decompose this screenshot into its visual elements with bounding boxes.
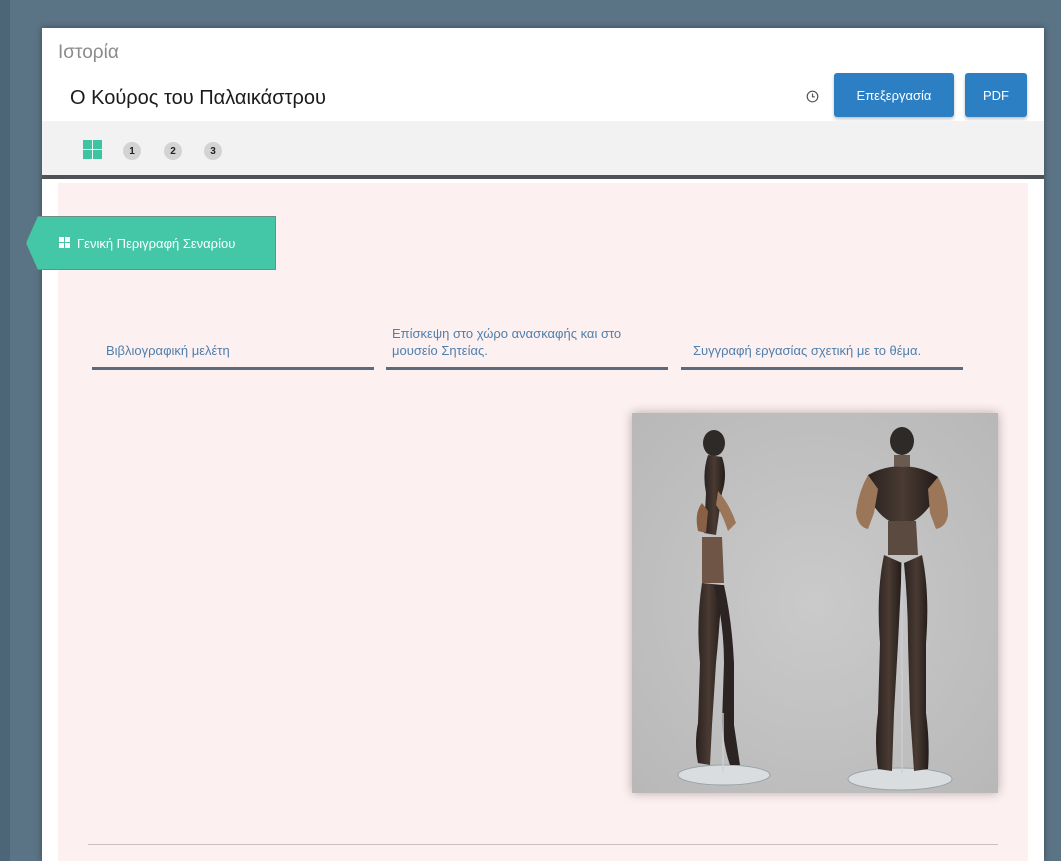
step-label: Επίσκεψη στο χώρο ανασκαφής και στο μουσ… (392, 326, 622, 358)
kouros-photo (632, 413, 998, 793)
tab-step-3[interactable]: 3 (204, 142, 222, 160)
step-label: Συγγραφή εργασίας σχετική με το θέμα. (693, 343, 922, 358)
window-frame (0, 0, 10, 861)
pdf-button[interactable]: PDF (965, 73, 1027, 117)
step-item: Επίσκεψη στο χώρο ανασκαφής και στο μουσ… (386, 318, 668, 370)
grid-icon[interactable] (83, 140, 102, 159)
step-item: Συγγραφή εργασίας σχετική με το θέμα. (681, 318, 963, 370)
ribbon-label: Γενική Περιγραφή Σεναρίου (77, 235, 236, 251)
category-label: Ιστορία (58, 42, 119, 63)
tab-step-2[interactable]: 2 (164, 142, 182, 160)
clock-icon[interactable] (806, 90, 819, 103)
kouros-statue-image (632, 413, 998, 793)
divider (88, 844, 998, 845)
page-title: Ο Κούρος του Παλαικάστρου (70, 87, 326, 109)
section-ribbon: Γενική Περιγραφή Σεναρίου (26, 216, 276, 270)
activity-tabbar: 1 2 3 (42, 121, 1044, 179)
step-label: Βιβλιογραφική μελέτη (106, 343, 230, 358)
step-item: Βιβλιογραφική μελέτη (92, 318, 374, 370)
grid-icon (59, 237, 71, 249)
edit-button[interactable]: Επεξεργασία (834, 73, 954, 117)
panel-header: Ιστορία Ο Κούρος του Παλαικάστρου Επεξερ… (42, 28, 1044, 121)
tab-step-1[interactable]: 1 (123, 142, 141, 160)
